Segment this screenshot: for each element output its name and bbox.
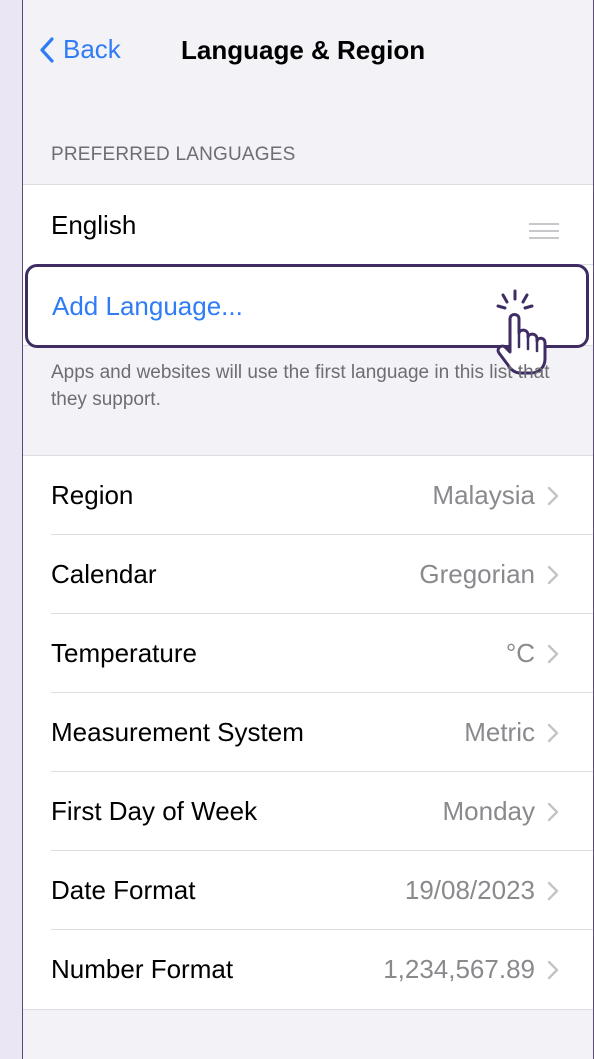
add-language-label: Add Language... [52, 290, 243, 321]
settings-row-calendar[interactable]: Calendar Gregorian [23, 535, 593, 614]
language-label: English [51, 209, 137, 240]
page-title: Language & Region [181, 35, 426, 65]
chevron-right-icon [547, 881, 559, 900]
chevron-right-icon [547, 565, 559, 584]
row-label: Temperature [51, 638, 197, 668]
chevron-left-icon [40, 36, 54, 63]
back-label: Back [63, 34, 121, 64]
preferred-languages-footnote: Apps and websites will use the first lan… [51, 362, 550, 410]
chevron-right-icon [547, 644, 559, 663]
chevron-right-icon [547, 802, 559, 821]
drag-handle-icon[interactable] [529, 223, 559, 244]
back-button[interactable]: Back [39, 34, 121, 65]
settings-row-measurement-system[interactable]: Measurement System Metric [23, 693, 593, 772]
row-value: 1,234,567.89 [383, 954, 535, 984]
settings-row-region[interactable]: Region Malaysia [23, 456, 593, 535]
chevron-right-icon [547, 486, 559, 505]
chevron-right-icon [547, 960, 559, 979]
navigation-bar: Back Language & Region [23, 0, 593, 100]
settings-row-number-format[interactable]: Number Format 1,234,567.89 [23, 930, 593, 1009]
settings-row-date-format[interactable]: Date Format 19/08/2023 [23, 851, 593, 930]
row-value: 19/08/2023 [404, 875, 535, 905]
preferred-languages-header: PREFERRED LANGUAGES [51, 144, 296, 165]
row-value: Gregorian [419, 559, 535, 589]
settings-row-first-day-of-week[interactable]: First Day of Week Monday [23, 772, 593, 851]
chevron-right-icon [547, 723, 559, 742]
region-settings-list: Region Malaysia Calendar Gregorian Tempe… [23, 455, 593, 1010]
row-value: Malaysia [432, 480, 535, 510]
row-label: Date Format [51, 875, 196, 905]
row-label: Number Format [51, 954, 234, 984]
row-label: First Day of Week [51, 796, 258, 826]
row-value: Metric [464, 717, 535, 747]
row-label: Calendar [51, 559, 157, 589]
language-row-english[interactable]: English [23, 185, 593, 265]
phone-screen: Back Language & Region PREFERRED LANGUAG… [22, 0, 594, 1059]
row-label: Measurement System [51, 717, 304, 747]
settings-row-temperature[interactable]: Temperature °C [23, 614, 593, 693]
row-label: Region [51, 480, 134, 510]
row-value: Monday [442, 796, 536, 826]
row-value: °C [505, 638, 535, 668]
